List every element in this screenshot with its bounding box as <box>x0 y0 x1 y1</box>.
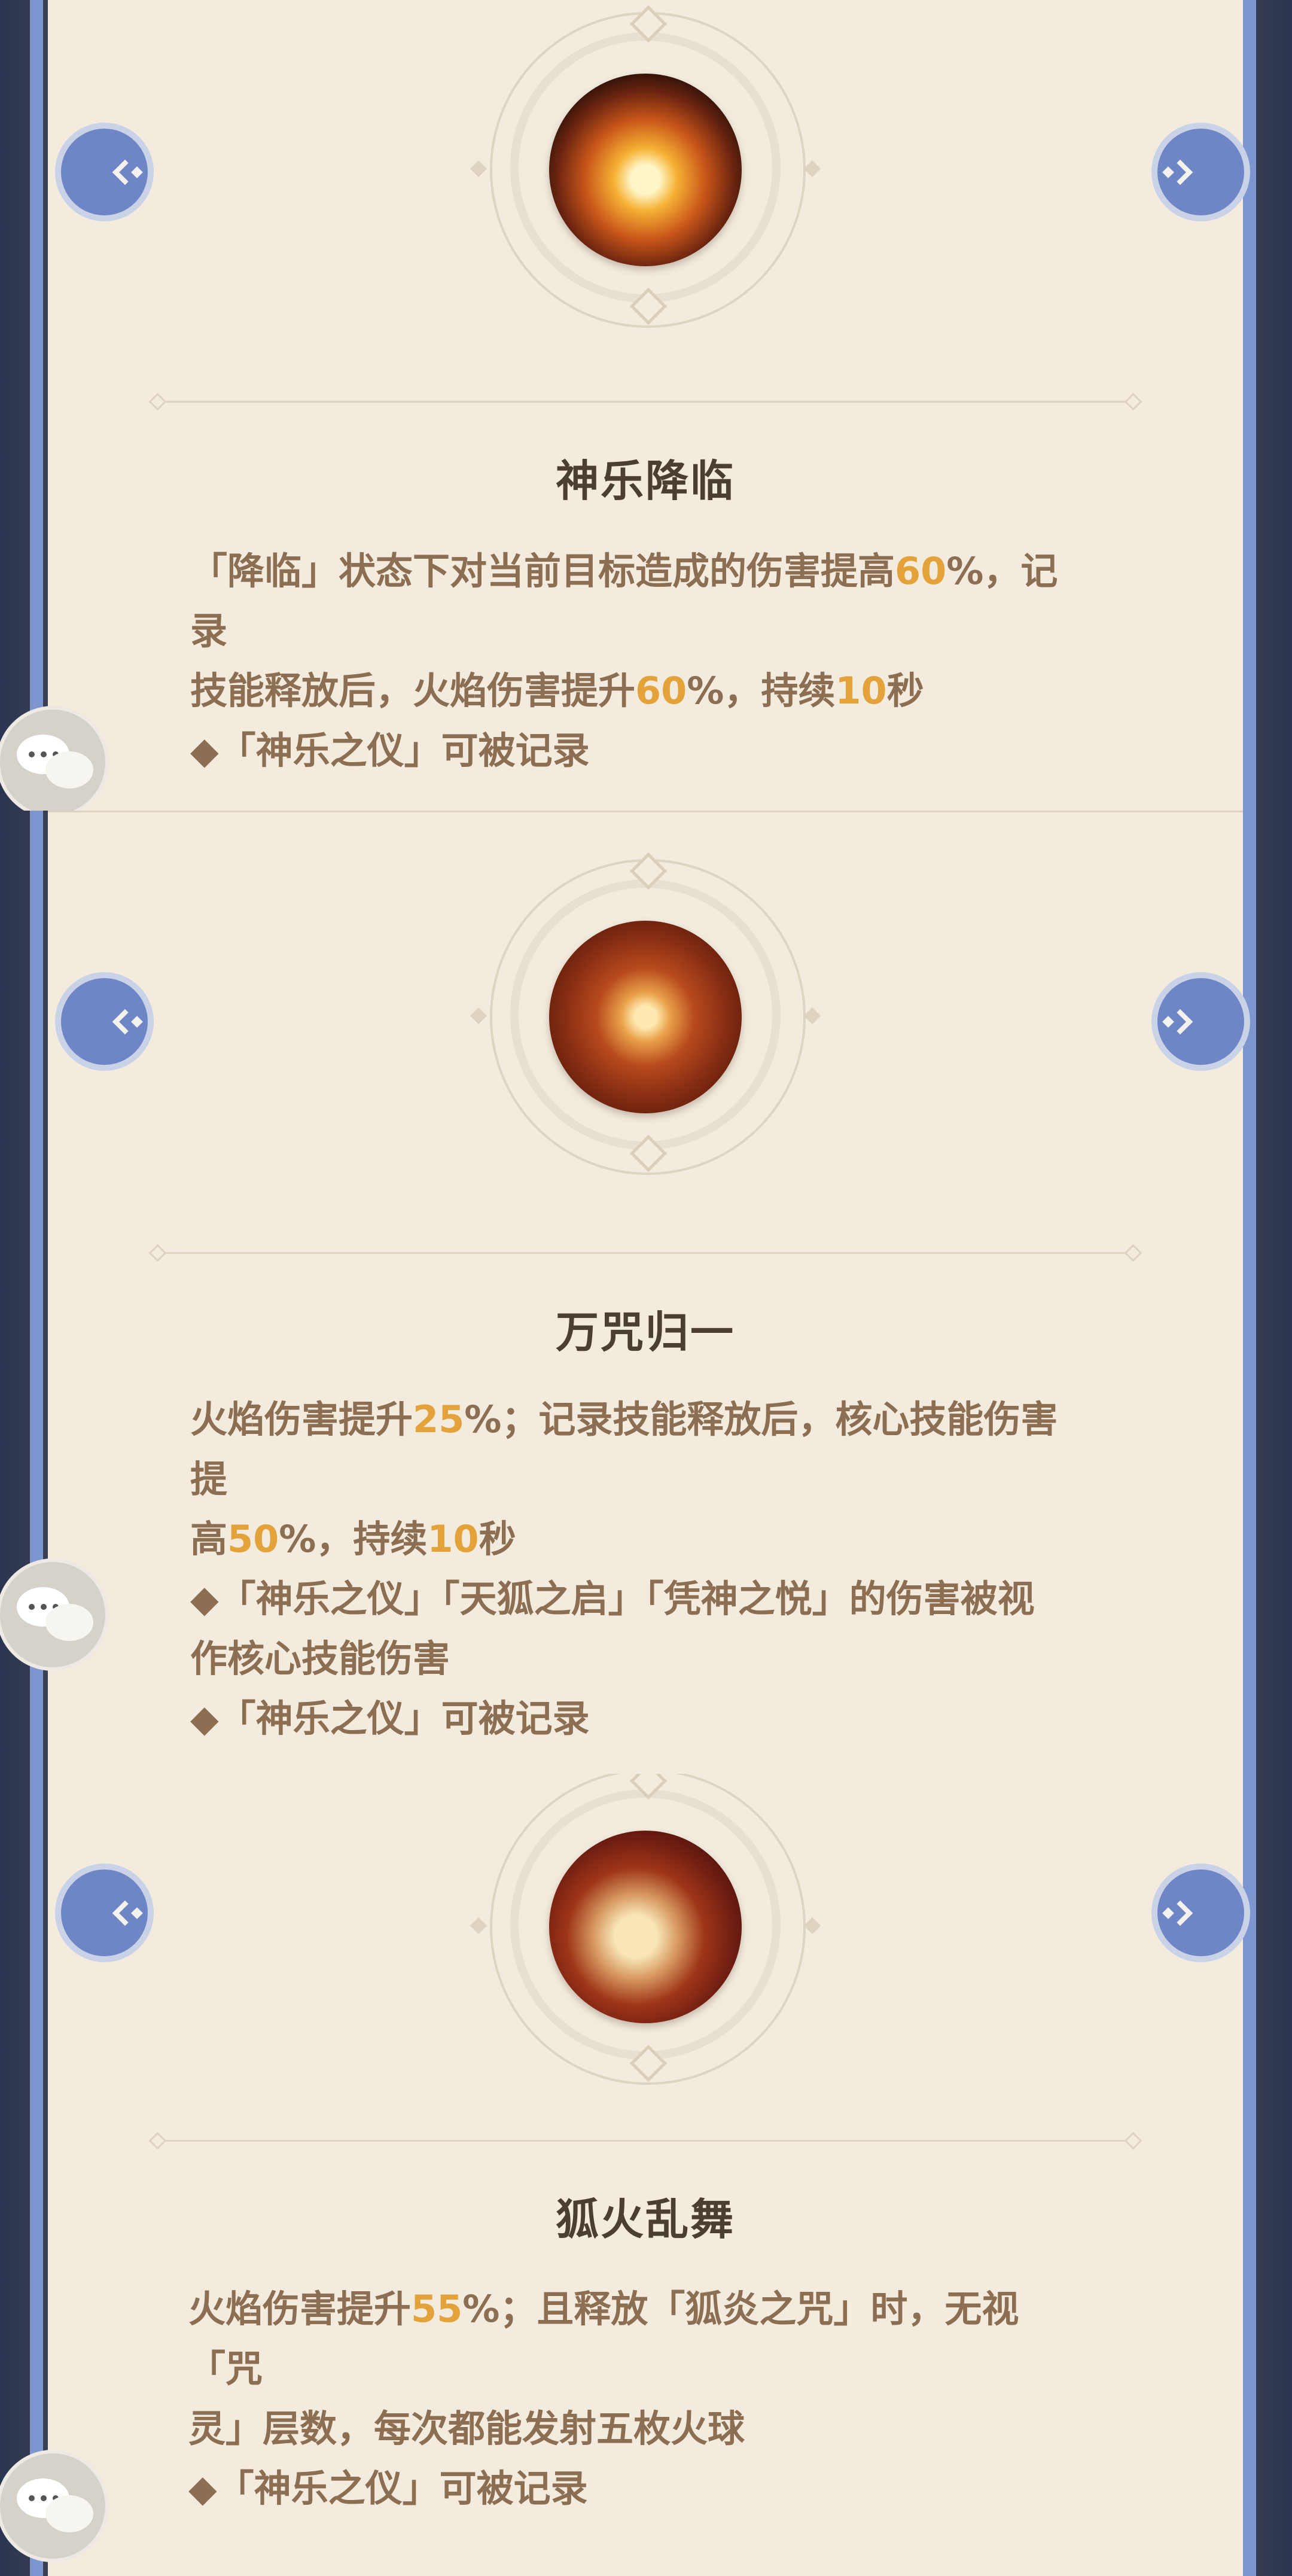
icon-side-deco-left <box>470 160 487 178</box>
prev-button[interactable] <box>55 1864 154 1962</box>
section-divider <box>164 2140 1126 2142</box>
icon-side-deco-left <box>470 1007 487 1025</box>
icon-side-deco-right <box>803 160 821 178</box>
card-frame-right <box>1243 811 1256 1774</box>
card-panel: 万咒归一 火焰伤害提升25%；记录技能释放后，核心技能伤害提 高50%，持续10… <box>48 811 1243 1774</box>
fire-swirl-icon <box>549 921 742 1113</box>
skill-note: ◆「神乐之仪」可被记录 <box>190 1697 590 1740</box>
chat-bubble-icon <box>45 1604 93 1641</box>
skill-description: 「降临」状态下对当前目标造成的伤害提高60%，记录 技能释放后，火焰伤害提升60… <box>190 541 1072 781</box>
skill-description: 火焰伤害提升25%；记录技能释放后，核心技能伤害提 高50%，持续10秒 ◆「神… <box>190 1390 1072 1749</box>
fox-fire-icon <box>549 1831 742 2023</box>
icon-side-deco-left <box>470 1917 487 1935</box>
next-button[interactable] <box>1151 123 1250 221</box>
next-button[interactable] <box>1151 972 1250 1071</box>
chat-button[interactable] <box>0 1558 109 1671</box>
skill-note: ◆「神乐之仪」可被记录 <box>188 2467 588 2510</box>
section-divider <box>164 401 1126 403</box>
skill-title: 神乐降临 <box>555 456 735 506</box>
section-divider <box>164 1252 1126 1254</box>
skill-title: 万咒归一 <box>555 1307 735 1357</box>
skill-card-2: 万咒归一 火焰伤害提升25%；记录技能释放后，核心技能伤害提 高50%，持续10… <box>0 811 1292 1774</box>
prev-button[interactable] <box>55 123 154 221</box>
card-panel: 神乐降临 「降临」状态下对当前目标造成的伤害提高60%，记录 技能释放后，火焰伤… <box>48 0 1243 811</box>
skill-card-1: 神乐降临 「降临」状态下对当前目标造成的伤害提高60%，记录 技能释放后，火焰伤… <box>0 0 1292 811</box>
icon-side-deco-right <box>803 1917 821 1935</box>
card-frame-left <box>30 0 43 811</box>
card-frame-right <box>1243 0 1256 811</box>
next-button[interactable] <box>1151 1864 1250 1962</box>
skill-note: ◆「神乐之仪」可被记录 <box>190 729 590 772</box>
flame-lotus-icon <box>549 74 742 266</box>
skill-title: 狐火乱舞 <box>555 2194 735 2245</box>
skill-card-3: 狐火乱舞 火焰伤害提升55%；且释放「狐炎之咒」时，无视「咒 灵」层数，每次都能… <box>0 1774 1292 2576</box>
card-panel: 狐火乱舞 火焰伤害提升55%；且释放「狐炎之咒」时，无视「咒 灵」层数，每次都能… <box>48 1774 1243 2576</box>
skill-note: ◆「神乐之仪」「天狐之启」「凭神之悦」的伤害被视 <box>190 1577 1035 1621</box>
chat-bubble-icon <box>45 751 93 788</box>
skill-description: 火焰伤害提升55%；且释放「狐炎之咒」时，无视「咒 灵」层数，每次都能发射五枚火… <box>188 2279 1072 2519</box>
chat-button[interactable] <box>0 2450 109 2562</box>
skill-note-cont: 作核心技能伤害 <box>190 1637 450 1680</box>
icon-side-deco-right <box>803 1007 821 1025</box>
prev-button[interactable] <box>55 972 154 1071</box>
chat-bubble-icon <box>45 2495 93 2532</box>
